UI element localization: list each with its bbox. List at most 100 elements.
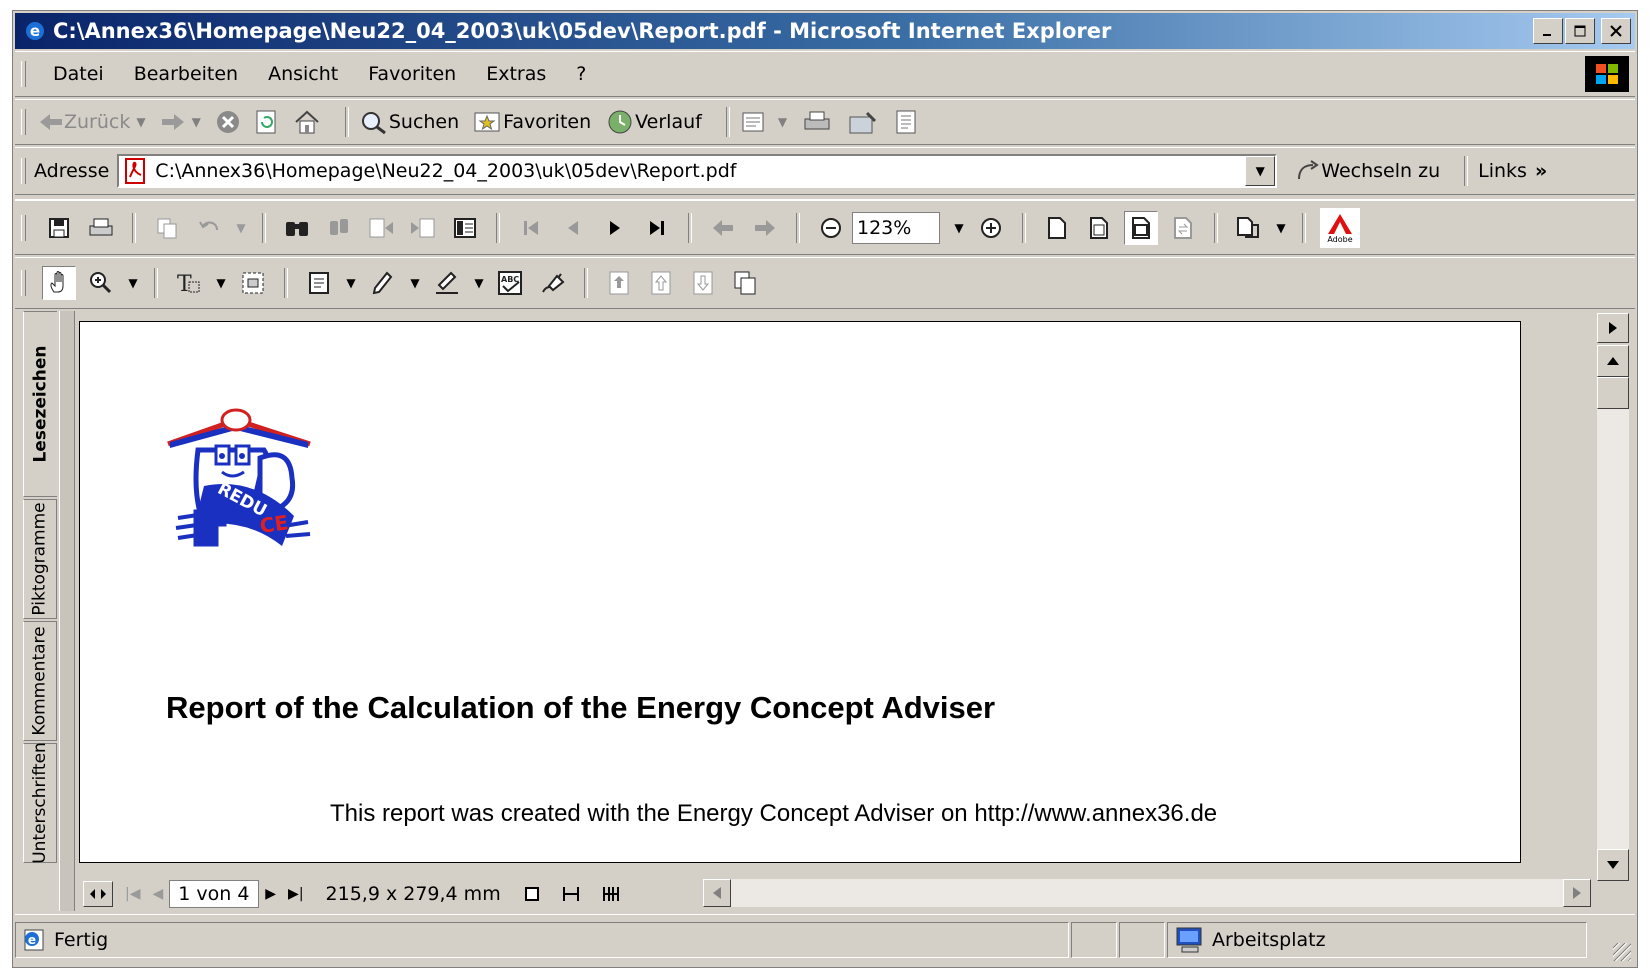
next-page-icon[interactable] <box>598 211 632 245</box>
edit-button[interactable] <box>847 109 879 135</box>
zoom-input[interactable]: 123% <box>852 211 940 244</box>
menu-favorites[interactable]: Favoriten <box>353 63 471 85</box>
spell-check-icon[interactable]: ABC <box>494 266 528 300</box>
scroll-left-button[interactable] <box>703 879 731 907</box>
print-icon[interactable] <box>84 211 118 245</box>
first-page-icon[interactable] <box>514 211 548 245</box>
zoom-dropdown-icon[interactable]: ▼ <box>950 211 968 245</box>
scroll-up-icon[interactable] <box>602 266 636 300</box>
back-button[interactable]: Zurück ▼ <box>38 111 146 133</box>
go-forward-icon[interactable] <box>748 211 782 245</box>
hand-tool-icon[interactable] <box>42 266 76 300</box>
text-select-tool-icon[interactable]: T <box>172 266 206 300</box>
links-button[interactable]: Links » <box>1478 160 1547 182</box>
address-input[interactable]: C:\Annex36\Homepage\Neu22_04_2003\uk\05d… <box>117 154 1278 188</box>
pdf-page[interactable]: REDU CE Report of the Calculation of the… <box>79 321 1521 863</box>
toolbar-grip[interactable] <box>21 61 26 87</box>
pencil-tool-icon[interactable] <box>366 266 400 300</box>
toolbar-grip[interactable] <box>21 270 26 296</box>
chevron-down-icon[interactable]: ▼ <box>778 115 787 129</box>
history-button[interactable]: Verlauf <box>605 109 702 135</box>
menu-view[interactable]: Ansicht <box>253 63 353 85</box>
resize-grip-icon[interactable] <box>1613 943 1631 961</box>
stop-button[interactable] <box>215 109 241 135</box>
first-page-button[interactable]: |◀ <box>125 886 140 902</box>
tab-thumbnails[interactable]: Piktogramme <box>23 499 57 619</box>
title-bar[interactable]: e C:\Annex36\Homepage\Neu22_04_2003\uk\0… <box>15 13 1635 49</box>
chevron-down-icon[interactable]: ▼ <box>136 115 145 129</box>
fit-page-icon[interactable] <box>1082 211 1116 245</box>
zoom-tool-icon[interactable] <box>84 266 118 300</box>
toolbar-grip[interactable] <box>21 109 26 135</box>
favorites-button[interactable]: Favoriten <box>473 110 591 134</box>
zoom-in-icon[interactable] <box>974 211 1008 245</box>
scroll-right-button[interactable] <box>1563 879 1591 907</box>
continuous-facing-icon[interactable] <box>601 885 621 903</box>
save-icon[interactable] <box>42 211 76 245</box>
single-page-icon[interactable] <box>523 885 541 903</box>
page-number-field[interactable]: 1 von 4 <box>169 880 260 908</box>
maximize-button[interactable] <box>1565 18 1595 44</box>
chevron-down-icon[interactable]: ▼ <box>124 266 142 300</box>
next-result-icon[interactable] <box>406 211 440 245</box>
scroll-up-button[interactable] <box>1597 345 1629 377</box>
chevron-down-icon[interactable]: ▼ <box>406 266 424 300</box>
forward-button[interactable]: ▼ <box>160 112 201 132</box>
zoom-out-icon[interactable] <box>814 211 848 245</box>
previous-page-icon[interactable] <box>556 211 590 245</box>
close-button[interactable] <box>1601 18 1631 44</box>
toolbar-grip[interactable] <box>21 158 26 184</box>
refresh-button[interactable] <box>255 109 279 135</box>
chevron-down-icon[interactable]: ▼ <box>470 266 488 300</box>
chevron-down-icon[interactable]: ▼ <box>212 266 230 300</box>
tab-bookmarks[interactable]: Lesezeichen <box>23 311 57 497</box>
page-down-icon[interactable] <box>686 266 720 300</box>
tab-comments[interactable]: Kommentare <box>23 621 57 741</box>
page-layout-icon[interactable] <box>728 266 762 300</box>
last-page-button[interactable]: ▶| <box>288 886 303 902</box>
previous-page-button[interactable]: ◀ <box>152 886 163 902</box>
page-up-icon[interactable] <box>644 266 678 300</box>
scroll-thumb[interactable] <box>1597 377 1629 409</box>
show-hide-navigation-icon[interactable] <box>448 211 482 245</box>
menu-help[interactable]: ? <box>561 63 601 85</box>
chevron-down-icon[interactable]: ▼ <box>192 115 201 129</box>
previous-result-icon[interactable] <box>364 211 398 245</box>
mail-button[interactable]: ▼ <box>740 109 787 135</box>
menu-tools[interactable]: Extras <box>471 63 561 85</box>
vertical-scrollbar[interactable] <box>1597 313 1629 881</box>
pane-toggle-icon[interactable] <box>83 881 113 907</box>
discuss-button[interactable] <box>893 109 919 135</box>
minimize-button[interactable] <box>1533 18 1563 44</box>
horizontal-scrollbar[interactable] <box>703 879 1591 907</box>
note-tool-icon[interactable] <box>302 266 336 300</box>
menu-edit[interactable]: Bearbeiten <box>119 63 253 85</box>
pane-splitter[interactable] <box>59 311 75 911</box>
scroll-page-right-button[interactable] <box>1597 313 1629 343</box>
chevron-down-icon[interactable]: ▼ <box>342 266 360 300</box>
snapshot-tool-icon[interactable] <box>236 266 270 300</box>
find-icon[interactable] <box>280 211 314 245</box>
print-button[interactable] <box>801 109 833 135</box>
go-button[interactable]: Wechseln zu <box>1295 159 1440 183</box>
actual-size-icon[interactable] <box>1040 211 1074 245</box>
highlight-tool-icon[interactable] <box>430 266 464 300</box>
go-back-icon[interactable] <box>706 211 740 245</box>
undo-icon[interactable] <box>192 211 226 245</box>
reflow-icon[interactable] <box>1166 211 1200 245</box>
chevron-down-icon[interactable]: ▼ <box>1272 211 1290 245</box>
sign-tool-icon[interactable] <box>536 266 570 300</box>
continuous-icon[interactable] <box>561 885 581 903</box>
fit-width-icon[interactable] <box>1124 210 1158 245</box>
search-index-icon[interactable] <box>322 211 356 245</box>
address-dropdown-button[interactable]: ▼ <box>1245 156 1276 186</box>
menu-file[interactable]: Datei <box>38 63 119 85</box>
rotate-view-icon[interactable] <box>1232 211 1266 245</box>
adobe-logo-icon[interactable]: Adobe <box>1320 207 1360 248</box>
last-page-icon[interactable] <box>640 211 674 245</box>
home-button[interactable] <box>293 109 321 135</box>
copy-icon[interactable] <box>150 211 184 245</box>
chevron-down-icon[interactable]: ▼ <box>232 211 250 245</box>
tab-signatures[interactable]: Unterschriften <box>23 742 57 864</box>
next-page-button[interactable]: ▶ <box>265 886 276 902</box>
